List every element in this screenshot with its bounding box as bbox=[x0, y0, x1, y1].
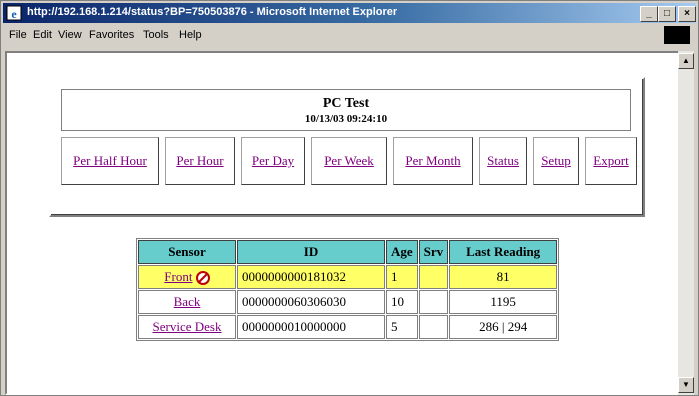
nav-export[interactable]: Export bbox=[585, 137, 637, 185]
menu-view[interactable]: View bbox=[58, 29, 82, 41]
age-cell: 1 bbox=[386, 265, 418, 290]
sensor-link[interactable]: Back bbox=[174, 294, 201, 309]
srv-cell bbox=[418, 315, 449, 340]
nav-per-hour[interactable]: Per Hour bbox=[165, 137, 235, 185]
col-sensor: Sensor bbox=[138, 240, 236, 264]
sensor-link[interactable]: Front bbox=[164, 269, 192, 284]
scroll-down-icon[interactable]: ▼ bbox=[678, 377, 694, 393]
close-button[interactable]: × bbox=[678, 6, 696, 22]
menu-favorites[interactable]: Favorites bbox=[89, 29, 134, 41]
col-srv: Srv bbox=[418, 240, 449, 264]
page-content: PC Test 10/13/03 09:24:10 Per Half Hour … bbox=[5, 51, 680, 395]
col-id: ID bbox=[237, 240, 385, 264]
nav-per-week[interactable]: Per Week bbox=[311, 137, 387, 185]
menu-edit[interactable]: Edit bbox=[33, 29, 52, 41]
col-last-reading: Last Reading bbox=[449, 240, 558, 264]
menu-help[interactable]: Help bbox=[179, 29, 202, 41]
scroll-up-icon[interactable]: ▲ bbox=[678, 53, 694, 69]
title-bar: e http://192.168.1.214/status?BP=7505038… bbox=[3, 3, 696, 23]
table-row: Service Desk 0000000010000000 5 286 | 29… bbox=[138, 315, 558, 340]
sensor-cell[interactable]: Back bbox=[138, 290, 236, 315]
sensor-cell[interactable]: Front bbox=[138, 265, 236, 290]
svg-text:e: e bbox=[11, 7, 17, 21]
table-row: Back 0000000060306030 10 1195 bbox=[138, 290, 558, 315]
minimize-button[interactable]: _ bbox=[640, 6, 658, 22]
srv-cell bbox=[418, 265, 449, 290]
nav-per-half-hour[interactable]: Per Half Hour bbox=[61, 137, 159, 185]
ie-icon: e bbox=[6, 5, 22, 21]
reading-cell: 1195 bbox=[449, 290, 558, 315]
sensor-table: Sensor ID Age Srv Last Reading Front 000… bbox=[136, 238, 560, 342]
age-cell: 5 bbox=[386, 315, 418, 340]
vertical-scrollbar[interactable]: ▲ ▼ bbox=[678, 51, 694, 395]
nav-setup[interactable]: Setup bbox=[533, 137, 579, 185]
window-title: http://192.168.1.214/status?BP=750503876… bbox=[27, 6, 398, 18]
sensor-cell[interactable]: Service Desk bbox=[138, 315, 236, 340]
col-age: Age bbox=[386, 240, 418, 264]
age-cell: 10 bbox=[386, 290, 418, 315]
id-cell: 0000000000181032 bbox=[237, 265, 385, 290]
id-cell: 0000000010000000 bbox=[237, 315, 385, 340]
menu-file[interactable]: File bbox=[9, 29, 27, 41]
menu-tools[interactable]: Tools bbox=[143, 29, 169, 41]
reading-cell: 286 | 294 bbox=[449, 315, 558, 340]
page-title: PC Test bbox=[322, 96, 370, 111]
nav-per-month[interactable]: Per Month bbox=[393, 137, 473, 185]
nav-per-day[interactable]: Per Day bbox=[241, 137, 305, 185]
header-panel: PC Test 10/13/03 09:24:10 Per Half Hour … bbox=[49, 77, 645, 217]
header-box: PC Test 10/13/03 09:24:10 bbox=[61, 89, 631, 131]
browser-window: e http://192.168.1.214/status?BP=7505038… bbox=[0, 0, 699, 396]
sensor-link[interactable]: Service Desk bbox=[153, 319, 222, 334]
srv-cell bbox=[418, 290, 449, 315]
alert-icon bbox=[195, 271, 210, 286]
maximize-button[interactable]: □ bbox=[658, 6, 676, 22]
table-row: Front 0000000000181032 1 81 bbox=[138, 265, 558, 290]
nav-status[interactable]: Status bbox=[479, 137, 527, 185]
reading-cell: 81 bbox=[449, 265, 558, 290]
id-cell: 0000000060306030 bbox=[237, 290, 385, 315]
page-datetime: 10/13/03 09:24:10 bbox=[304, 113, 388, 125]
windows-logo-icon bbox=[664, 26, 690, 44]
menu-bar: File Edit View Favorites Tools Help bbox=[3, 25, 696, 45]
table-header-row: Sensor ID Age Srv Last Reading bbox=[138, 240, 558, 264]
